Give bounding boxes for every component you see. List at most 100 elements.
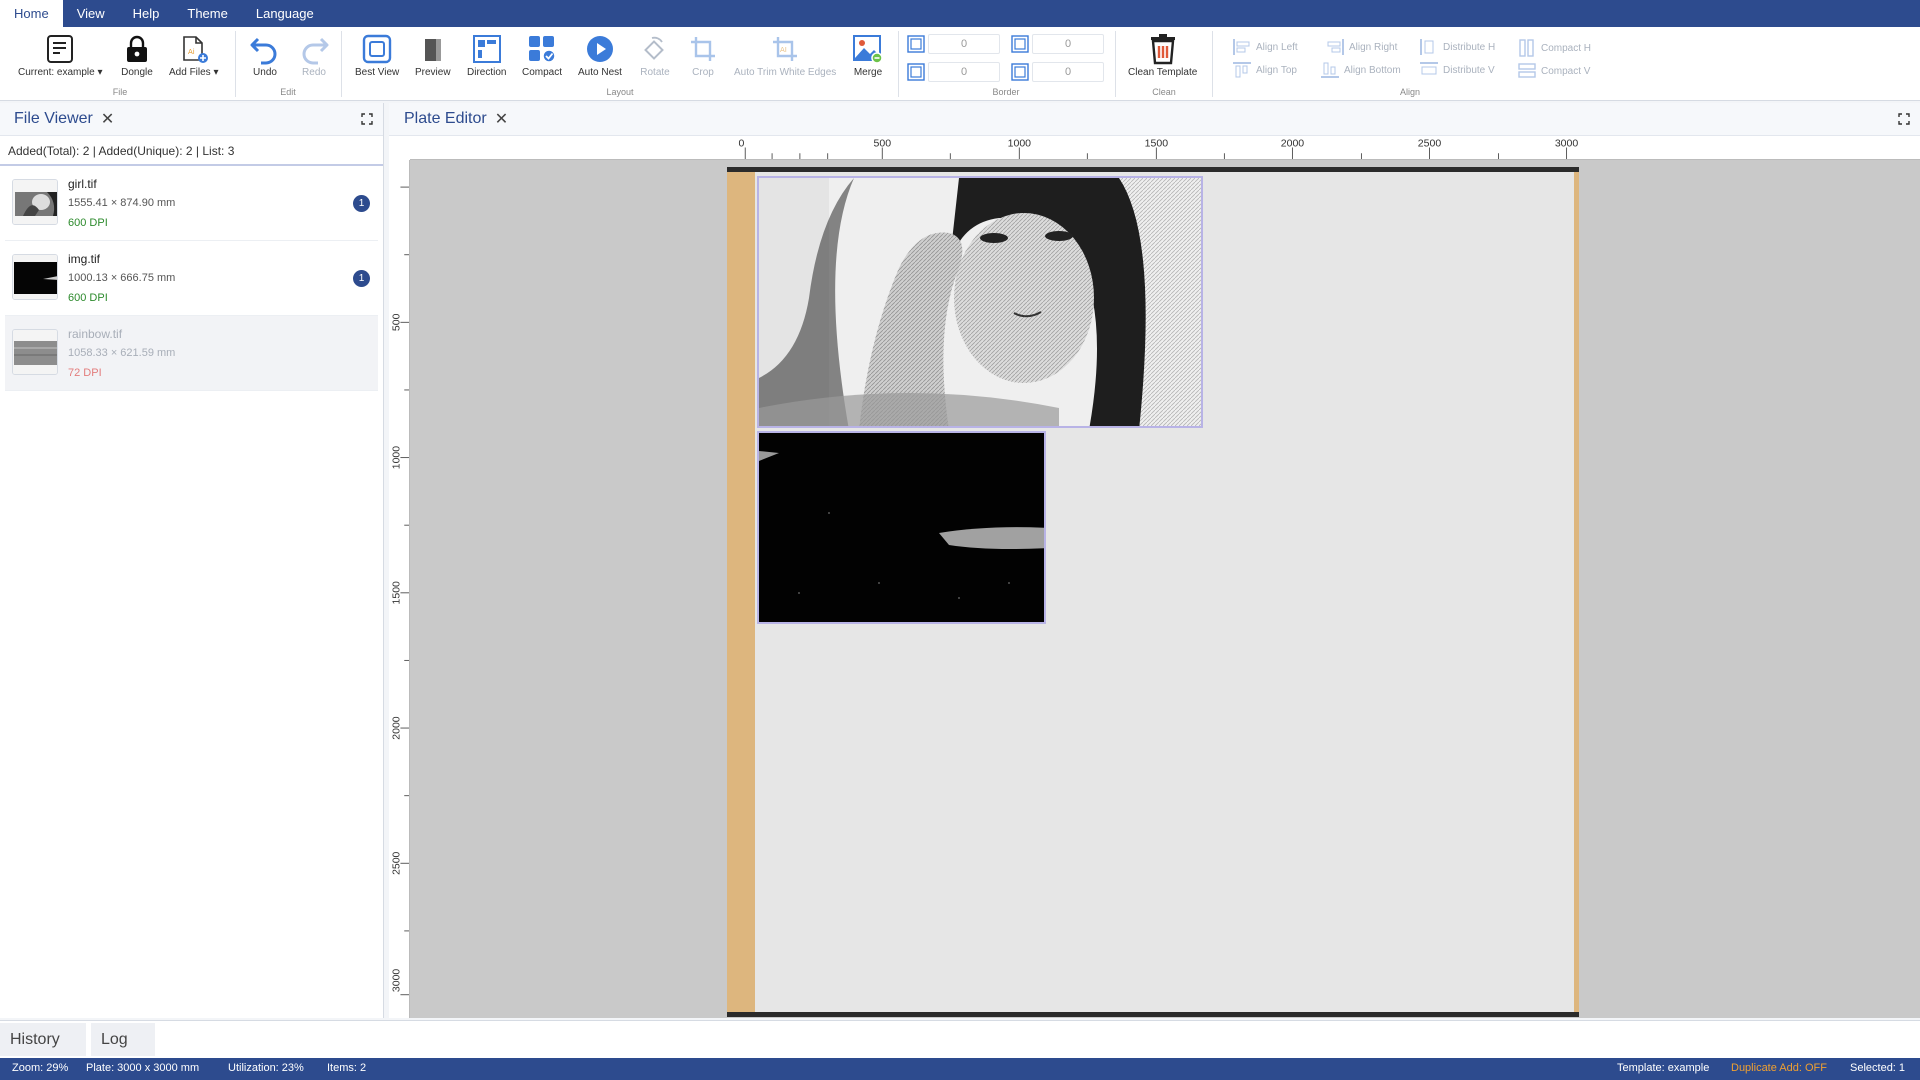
undo-button[interactable]: Undo	[249, 31, 281, 78]
redo-label: Redo	[302, 67, 326, 78]
tab-log[interactable]: Log	[91, 1023, 155, 1056]
align-left-button[interactable]: Align Left	[1233, 39, 1298, 55]
plate-editor-tab[interactable]: Plate Editor ✕	[389, 103, 1920, 136]
close-icon[interactable]: ✕	[101, 109, 114, 129]
menu-help[interactable]: Help	[119, 0, 174, 27]
auto-trim-label: Auto Trim White Edges	[734, 67, 837, 78]
file-thumbnail	[12, 329, 58, 375]
clean-template-button[interactable]: Clean Template	[1128, 31, 1197, 78]
close-icon[interactable]: ✕	[495, 109, 508, 129]
file-name: img.tif	[68, 252, 101, 266]
separator	[898, 31, 899, 97]
ruler-vertical: 0 500 1000 1500 2000 2500 3000	[389, 160, 410, 1018]
svg-text:AI: AI	[780, 46, 787, 54]
border-right-input[interactable]: 0	[1032, 34, 1104, 54]
file-item[interactable]: girl.tif 1555.41 × 874.90 mm 600 DPI 1	[5, 166, 378, 241]
file-item[interactable]: rainbow.tif 1058.33 × 621.59 mm 72 DPI	[5, 316, 378, 391]
plate-editor-title: Plate Editor	[404, 110, 487, 127]
separator	[235, 31, 236, 97]
ruler-label-y: 3000	[391, 969, 402, 992]
group-label-layout: Layout	[606, 87, 634, 97]
status-selected: Selected: 1	[1850, 1062, 1906, 1074]
dongle-button[interactable]: Dongle	[121, 31, 153, 78]
placed-image-girl[interactable]	[757, 176, 1203, 428]
distribute-v-button[interactable]: Distribute V	[1420, 62, 1495, 78]
current-template-button[interactable]: Current: example ▾	[18, 31, 103, 78]
group-label-clean: Clean	[1152, 87, 1176, 97]
tab-history[interactable]: History	[0, 1023, 86, 1056]
border-bottom-input[interactable]: 0	[928, 62, 1000, 82]
ruler-label-x: 1500	[1145, 138, 1169, 150]
document-icon	[44, 31, 76, 67]
file-size: 1058.33 × 621.59 mm	[68, 347, 176, 359]
compact-h-button[interactable]: Compact H	[1518, 39, 1591, 57]
plate-editor-panel: Plate Editor ✕ 0 500 1000 1500 2000 2500…	[389, 103, 1920, 1018]
border-left-input[interactable]: 0	[1032, 62, 1104, 82]
file-item[interactable]: img.tif 1000.13 × 666.75 mm 600 DPI 1	[5, 241, 378, 316]
dongle-label: Dongle	[121, 67, 153, 78]
undo-label: Undo	[253, 67, 277, 78]
menu-language[interactable]: Language	[242, 0, 328, 27]
placed-image-img[interactable]	[757, 431, 1046, 624]
merge-button[interactable]: Merge	[852, 31, 884, 78]
distribute-h-label: Distribute H	[1443, 41, 1496, 53]
ruler-label-x: 0	[738, 138, 744, 150]
add-files-button[interactable]: Ai Add Files ▾	[169, 31, 219, 78]
status-duplicate-add[interactable]: Duplicate Add: OFF	[1731, 1062, 1827, 1074]
file-size: 1555.41 × 874.90 mm	[68, 197, 176, 209]
ruler-label-y: 2500	[391, 851, 402, 874]
distribute-h-icon	[1420, 39, 1434, 55]
undo-icon	[249, 31, 281, 67]
ruler-horizontal: 0 500 1000 1500 2000 2500 3000	[410, 136, 1920, 160]
align-right-button[interactable]: Align Right	[1326, 39, 1397, 55]
auto-nest-button[interactable]: Auto Nest	[578, 31, 622, 78]
clean-template-label: Clean Template	[1128, 67, 1198, 78]
compact-v-label: Compact V	[1541, 65, 1591, 77]
file-name: girl.tif	[68, 177, 97, 191]
ruler-label-x: 3000	[1555, 138, 1579, 150]
current-template-label: Current: example	[18, 67, 95, 78]
crop-button[interactable]: Crop	[687, 31, 719, 78]
align-right-icon	[1327, 39, 1344, 55]
editor-canvas[interactable]	[410, 160, 1920, 1018]
border-top-input[interactable]: 0	[928, 34, 1000, 54]
maximize-icon[interactable]	[361, 113, 373, 125]
plate[interactable]	[727, 167, 1579, 1017]
best-view-button[interactable]: Best View	[355, 31, 399, 78]
merge-label: Merge	[853, 67, 883, 78]
rotate-button[interactable]: Rotate	[639, 31, 671, 78]
menu-home[interactable]: Home	[0, 0, 63, 27]
border-left-icon	[1011, 63, 1029, 81]
auto-nest-label: Auto Nest	[578, 67, 622, 78]
plate-margin-left	[727, 172, 755, 1012]
crop-label: Crop	[692, 67, 714, 78]
maximize-icon[interactable]	[1898, 113, 1910, 125]
border-bottom-icon	[907, 63, 925, 81]
fit-view-icon	[361, 31, 393, 67]
align-top-button[interactable]: Align Top	[1233, 62, 1297, 78]
menu-view[interactable]: View	[63, 0, 119, 27]
group-label-border: Border	[992, 87, 1020, 97]
preview-button[interactable]: Preview	[415, 31, 451, 78]
file-viewer-tab[interactable]: File Viewer ✕	[0, 103, 383, 136]
compact-h-label: Compact H	[1541, 42, 1592, 54]
lock-icon	[121, 31, 153, 67]
distribute-h-button[interactable]: Distribute H	[1420, 39, 1495, 55]
file-dpi: 600 DPI	[68, 292, 108, 304]
ruler-label-x: 1000	[1008, 138, 1032, 150]
align-top-label: Align Top	[1256, 64, 1297, 76]
direction-button[interactable]: Direction	[467, 31, 506, 78]
file-viewer-panel: File Viewer ✕ Added(Total): 2 | Added(Un…	[0, 103, 384, 1018]
trash-icon	[1147, 31, 1179, 67]
rotate-label: Rotate	[640, 67, 670, 78]
rotate-icon	[639, 31, 671, 67]
menu-theme[interactable]: Theme	[173, 0, 241, 27]
group-label-file: File	[112, 87, 128, 97]
compact-button[interactable]: Compact	[522, 31, 562, 78]
align-left-icon	[1233, 39, 1250, 55]
redo-button[interactable]: Redo	[298, 31, 330, 78]
compact-v-button[interactable]: Compact V	[1518, 62, 1590, 80]
auto-trim-button[interactable]: AI Auto Trim White Edges	[734, 31, 836, 78]
status-template: Template: example	[1617, 1062, 1710, 1074]
align-bottom-button[interactable]: Align Bottom	[1321, 62, 1401, 78]
